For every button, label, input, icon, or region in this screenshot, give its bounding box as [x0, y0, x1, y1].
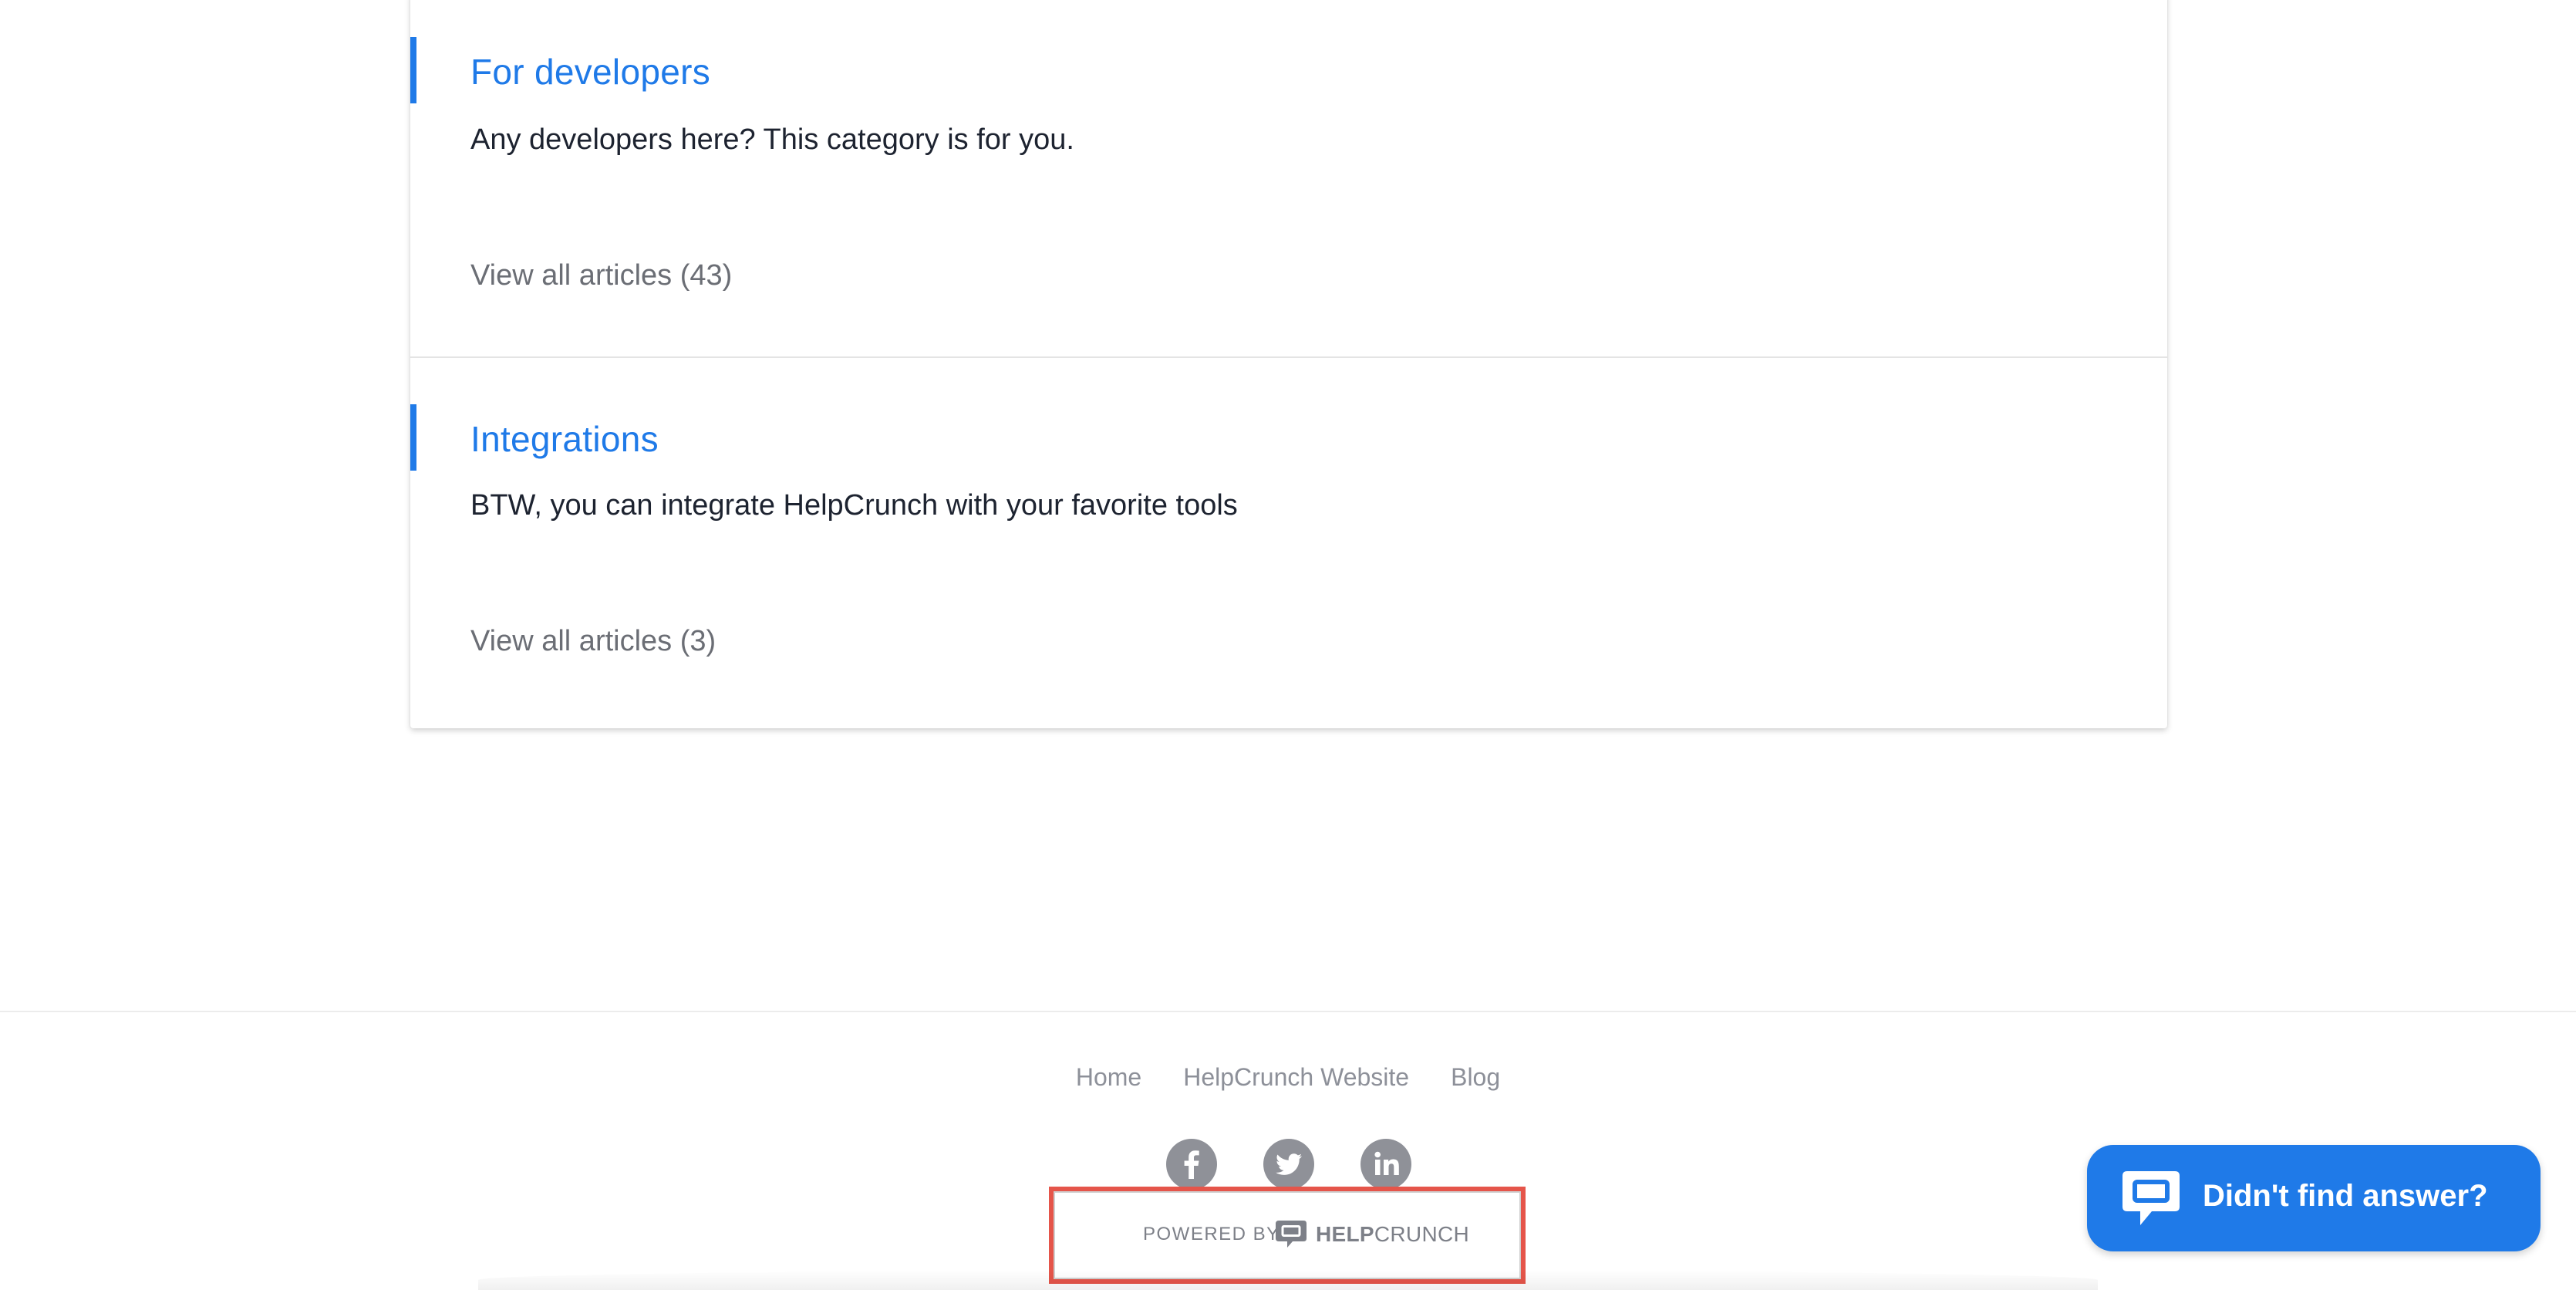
powered-by-text: POWERED BY	[1143, 1224, 1280, 1244]
category-title-link[interactable]: Integrations	[470, 418, 659, 460]
facebook-icon[interactable]	[1166, 1139, 1217, 1190]
footer-nav: Home HelpCrunch Website Blog	[0, 1063, 2576, 1092]
footer-link-helpcrunch-website[interactable]: HelpCrunch Website	[1183, 1063, 1409, 1092]
powered-by-badge[interactable]: POWERED BY HELPCRUNCH	[1054, 1191, 1521, 1279]
category-accent-bar	[410, 37, 416, 103]
helpcrunch-brand: HELPCRUNCH	[1316, 1222, 1470, 1246]
bottom-shadow	[478, 1270, 2098, 1290]
category-section: Integrations BTW, you can integrate Help…	[410, 358, 2167, 728]
categories-card: For developers Any developers here? This…	[410, 0, 2167, 728]
twitter-icon[interactable]	[1263, 1139, 1314, 1190]
footer-divider	[0, 1011, 2576, 1012]
category-description: Any developers here? This category is fo…	[470, 123, 1074, 156]
chat-bubble-icon	[2119, 1168, 2183, 1230]
helpcrunch-logo-icon	[1274, 1219, 1308, 1250]
view-all-articles-link[interactable]: View all articles (3)	[470, 625, 716, 658]
category-section: For developers Any developers here? This…	[410, 0, 2167, 358]
chat-widget-label: Didn't find answer?	[2203, 1179, 2488, 1213]
category-description: BTW, you can integrate HelpCrunch with y…	[470, 489, 1238, 522]
footer-link-blog[interactable]: Blog	[1451, 1063, 1500, 1092]
linkedin-icon[interactable]	[1360, 1139, 1411, 1190]
footer-link-home[interactable]: Home	[1076, 1063, 1141, 1092]
social-links	[1166, 1139, 1413, 1191]
view-all-articles-link[interactable]: View all articles (43)	[470, 259, 732, 292]
category-title-link[interactable]: For developers	[470, 51, 710, 93]
chat-widget-button[interactable]: Didn't find answer?	[2087, 1145, 2541, 1251]
category-accent-bar	[410, 404, 416, 471]
